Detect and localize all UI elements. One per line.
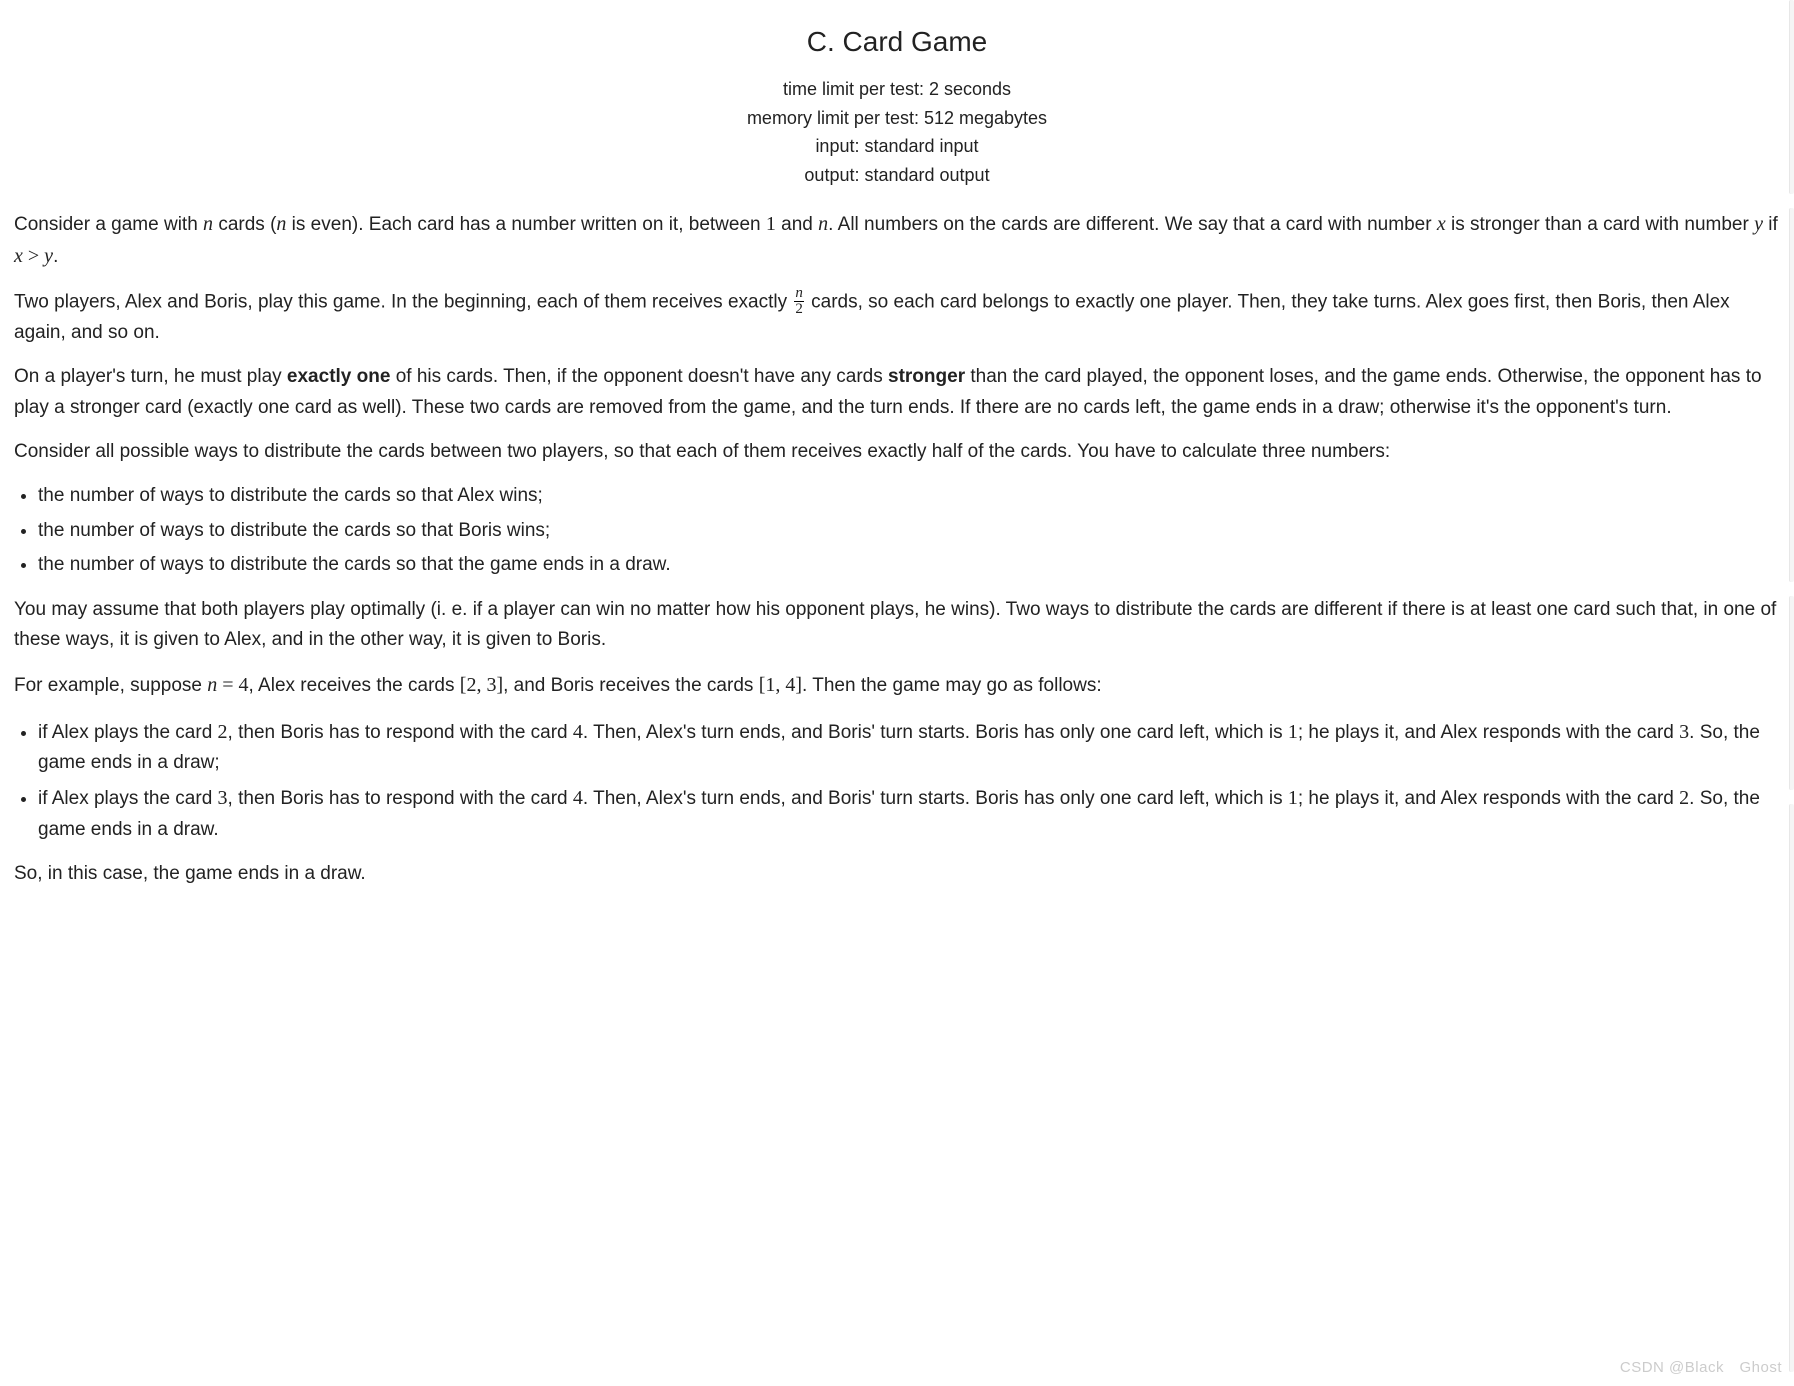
input-spec: input: standard input (14, 132, 1780, 161)
list-item: if Alex plays the card 3, then Boris has… (38, 782, 1780, 845)
math-x: x (14, 245, 23, 267)
text: Consider a game with (14, 214, 203, 235)
time-limit: time limit per test: 2 seconds (14, 75, 1780, 104)
scroll-indicator (1790, 0, 1794, 1386)
math-n: n (795, 285, 803, 301)
math-fraction-n-over-2: n2 (794, 286, 804, 317)
list-example-plays: if Alex plays the card 2, then Boris has… (38, 716, 1780, 846)
text: ; he plays it, and Alex responds with th… (1298, 788, 1679, 809)
math-1: 1 (766, 213, 776, 235)
text: . (53, 246, 58, 267)
text: is even). Each card has a number written… (286, 214, 765, 235)
text: ; he plays it, and Alex responds with th… (1298, 722, 1679, 743)
memory-limit: memory limit per test: 512 megabytes (14, 104, 1780, 133)
math-3: 3 (218, 787, 228, 809)
math-y: y (44, 245, 53, 267)
text: For example, suppose (14, 675, 207, 696)
math-gt: > (23, 245, 44, 267)
math-x: x (1437, 213, 1446, 235)
output-spec: output: standard output (14, 161, 1780, 190)
math-3: 3 (486, 674, 496, 696)
text: Two players, Alex and Boris, play this g… (14, 291, 792, 312)
math-n: n (276, 213, 286, 235)
math-3: 3 (1679, 721, 1689, 743)
list-item: the number of ways to distribute the car… (38, 516, 1780, 546)
text: if Alex plays the card (38, 788, 218, 809)
math-4: 4 (573, 787, 583, 809)
math-1: 1 (1288, 721, 1298, 743)
math-2: 2 (218, 721, 228, 743)
math-4: 4 (239, 674, 249, 696)
text: of his cards. Then, if the opponent does… (390, 366, 888, 387)
text: is stronger than a card with number (1446, 214, 1754, 235)
text: , then Boris has to respond with the car… (228, 788, 573, 809)
math-4: 4 (785, 674, 795, 696)
text: . Then, Alex's turn ends, and Boris' tur… (583, 788, 1288, 809)
text: , and Boris receives the cards (503, 675, 759, 696)
text: . All numbers on the cards are different… (828, 214, 1437, 235)
list-item: the number of ways to distribute the car… (38, 481, 1780, 511)
bold-text: exactly one (287, 366, 391, 387)
text: . Then the game may go as follows: (802, 675, 1102, 696)
text: , Alex receives the cards (249, 675, 460, 696)
math-2: 2 (1679, 787, 1689, 809)
paragraph-2: Two players, Alex and Boris, play this g… (14, 287, 1780, 348)
math-2: 2 (466, 674, 476, 696)
paragraph-5: You may assume that both players play op… (14, 595, 1780, 656)
problem-title: C. Card Game (14, 20, 1780, 65)
paragraph-3: On a player's turn, he must play exactly… (14, 362, 1780, 423)
fraction-denominator: 2 (794, 301, 804, 317)
watermark: CSDN @Black Ghost (1620, 1356, 1782, 1380)
problem-header: C. Card Game time limit per test: 2 seco… (14, 20, 1780, 190)
list-outcomes: the number of ways to distribute the car… (38, 481, 1780, 580)
text: if Alex plays the card (38, 722, 218, 743)
math-1: 1 (765, 674, 775, 696)
text: and (776, 214, 818, 235)
math-1: 1 (1288, 787, 1298, 809)
paragraph-7: So, in this case, the game ends in a dra… (14, 859, 1780, 889)
math-n: n (207, 674, 217, 696)
paragraph-6: For example, suppose n = 4, Alex receive… (14, 669, 1780, 701)
text: if (1763, 214, 1778, 235)
paragraph-4: Consider all possible ways to distribute… (14, 437, 1780, 467)
math-n: n (818, 213, 828, 235)
list-item: if Alex plays the card 2, then Boris has… (38, 716, 1780, 779)
math-eq: = (217, 674, 238, 696)
math-n: n (203, 213, 213, 235)
fraction-numerator: n (794, 286, 804, 301)
text: , then Boris has to respond with the car… (228, 722, 573, 743)
math-y: y (1754, 213, 1763, 235)
paragraph-1: Consider a game with n cards (n is even)… (14, 208, 1780, 273)
math-4: 4 (573, 721, 583, 743)
text: . Then, Alex's turn ends, and Boris' tur… (583, 722, 1288, 743)
bold-text: stronger (888, 366, 965, 387)
text: cards ( (213, 214, 276, 235)
list-item: the number of ways to distribute the car… (38, 550, 1780, 580)
text: On a player's turn, he must play (14, 366, 287, 387)
